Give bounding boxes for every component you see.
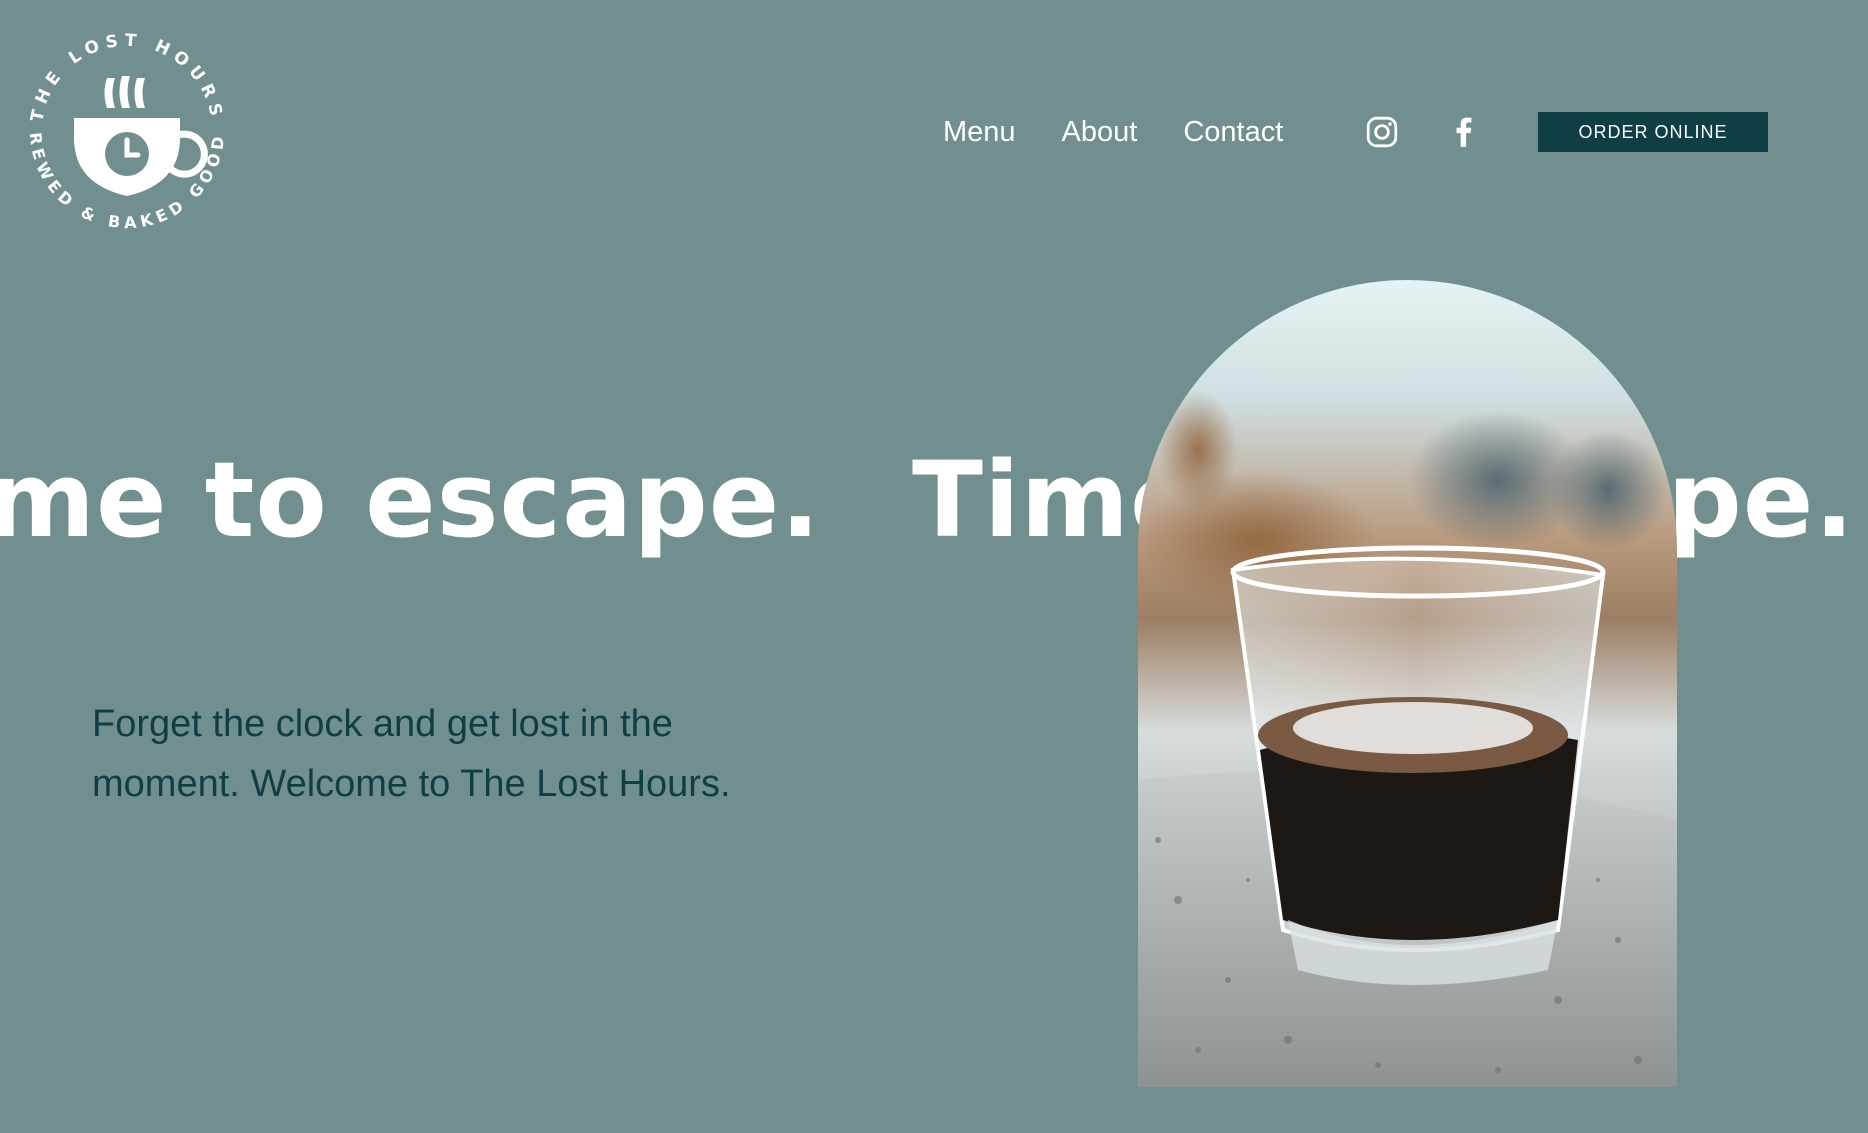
nav-link-contact[interactable]: Contact bbox=[1183, 116, 1283, 149]
instagram-icon[interactable] bbox=[1364, 114, 1400, 150]
nav-link-menu[interactable]: Menu bbox=[943, 116, 1016, 149]
facebook-icon[interactable] bbox=[1446, 114, 1482, 150]
marquee-text: Time to escape. bbox=[0, 439, 821, 561]
nav-link-about[interactable]: About bbox=[1062, 116, 1138, 149]
main-nav: Menu About Contact bbox=[943, 108, 1329, 156]
hero-tagline: Forget the clock and get lost in the mom… bbox=[92, 703, 731, 805]
hero-image-espresso bbox=[1138, 280, 1677, 1087]
page: THE LOST HOURS BREWED & BAKED GOODS Menu… bbox=[0, 0, 1868, 1133]
order-online-button[interactable]: ORDER ONLINE bbox=[1538, 112, 1768, 152]
brand-logo[interactable]: THE LOST HOURS BREWED & BAKED GOODS bbox=[5, 3, 240, 244]
